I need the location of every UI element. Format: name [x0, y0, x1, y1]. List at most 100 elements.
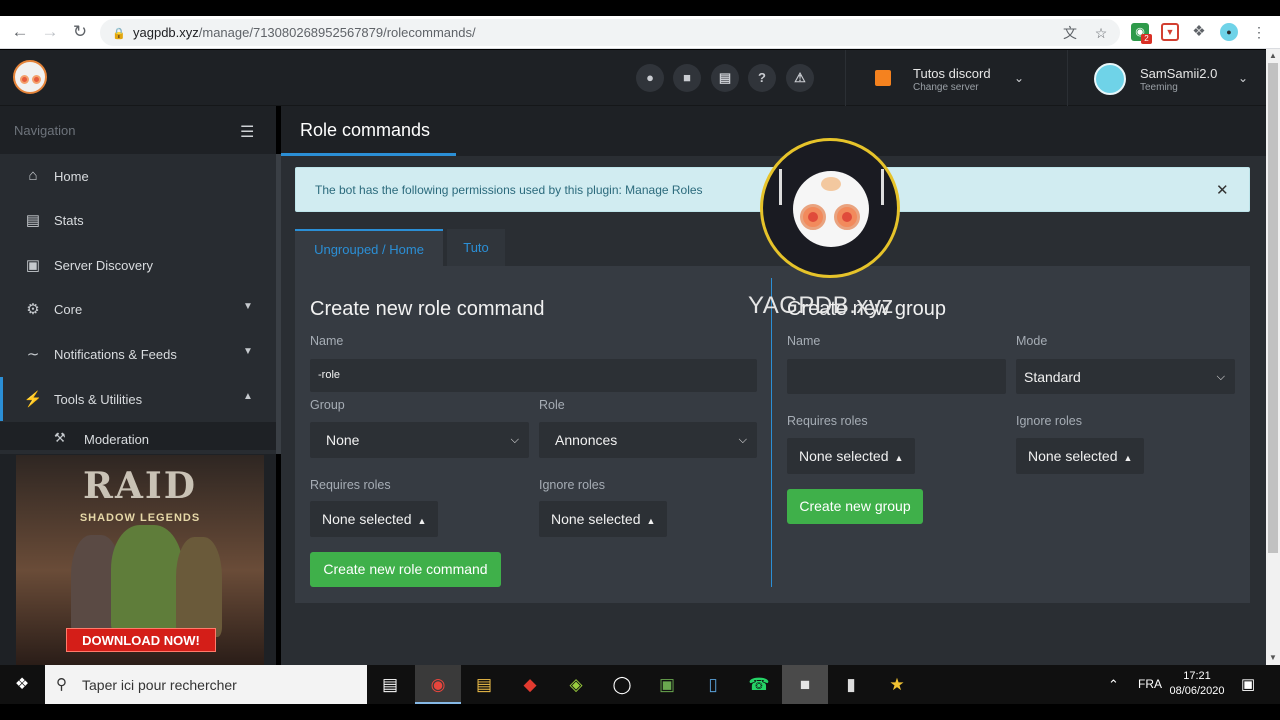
chevron-down-icon: ⌵ [738, 434, 747, 446]
group-requires-roles-dropdown[interactable]: None selected ▲ [787, 438, 915, 474]
tab-tuto[interactable]: Tuto [447, 229, 505, 266]
create-role-command-button[interactable]: Create new role command [310, 552, 501, 587]
warning-icon[interactable]: ⚠ [786, 64, 814, 92]
back-arrow-icon[interactable]: ← [7, 19, 33, 45]
ignore-roles-dropdown[interactable]: None selected ▲ [539, 501, 667, 537]
chrome-app-icon[interactable]: ◉ [415, 665, 461, 704]
extension-pocket-icon[interactable]: ▼ [1161, 23, 1179, 41]
group-name-input[interactable] [787, 359, 1006, 394]
scroll-down-icon[interactable]: ▼ [1266, 651, 1280, 665]
extensions-puzzle-icon[interactable]: ❖ [1190, 23, 1208, 41]
address-bar[interactable]: 🔒 yagpdb.xyz/manage/713080268952567879/r… [100, 19, 1120, 46]
ad-hero-right [176, 537, 222, 637]
language-indicator[interactable]: FRA [1138, 665, 1162, 704]
sidebar-item-label: Server Discovery [54, 258, 153, 273]
yagpdb-logo[interactable] [13, 60, 47, 94]
file-explorer-icon[interactable]: ▤ [461, 665, 507, 704]
hamburger-icon[interactable]: ☰ [240, 122, 254, 142]
reload-icon[interactable]: ↻ [67, 19, 93, 45]
discord-icon[interactable]: ■ [673, 64, 701, 92]
mascot-antenna-right [881, 169, 884, 205]
server-switcher[interactable]: Tutos discord Change server ⌄ [870, 50, 1050, 106]
sidebar-title: Navigation [14, 123, 76, 138]
discord-app-icon[interactable]: ■ [782, 665, 828, 704]
sidebar-menu: ⌂ Home ▤ Stats ▣ Server Discovery ⚙ Core… [0, 154, 276, 454]
close-icon[interactable]: ✕ [1216, 181, 1229, 199]
group-ignore-roles-label: Ignore roles [1016, 414, 1083, 428]
group-requires-roles-label: Requires roles [787, 414, 868, 428]
letterbox-bottom [0, 704, 1280, 720]
group-select-value: None [326, 432, 360, 448]
requires-roles-label: Requires roles [310, 478, 391, 492]
requires-roles-value: None selected [322, 511, 412, 527]
header-divider [845, 50, 846, 106]
xbox-icon[interactable]: ◯ [599, 665, 645, 704]
translate-icon[interactable]: 文 [1062, 25, 1078, 41]
mascot-eye-right [834, 204, 860, 230]
search-placeholder: Taper ici pour rechercher [82, 677, 237, 693]
chrome-menu-icon[interactable]: ⋮ [1250, 23, 1268, 41]
editor-app-icon[interactable]: ▯ [690, 665, 736, 704]
create-group-button[interactable]: Create new group [787, 489, 923, 524]
forward-arrow-icon[interactable]: → [37, 19, 63, 45]
home-icon: ⌂ [28, 167, 38, 184]
advertisement[interactable]: RAID SHADOW LEGENDS DOWNLOAD NOW! [16, 455, 264, 665]
roblox-icon[interactable]: ◆ [507, 665, 553, 704]
bookmark-star-icon[interactable]: ☆ [1093, 25, 1109, 41]
sidebar-item-notifications[interactable]: ∼ Notifications & Feeds ▼ [0, 332, 276, 376]
notifications-icon[interactable]: ▣ [1241, 665, 1255, 704]
keyboard-icon[interactable]: ▤ [711, 64, 739, 92]
user-name: SamSamii2.0 [1140, 66, 1218, 81]
sidebar-subitem-moderation[interactable]: ⚒ Moderation [0, 422, 276, 450]
help-icon[interactable]: ? [748, 64, 776, 92]
ad-download-button[interactable]: DOWNLOAD NOW! [66, 628, 216, 652]
chevron-down-icon: ⌵ [1216, 371, 1225, 383]
sidebar-item-home[interactable]: ⌂ Home [0, 154, 276, 198]
sidebar-header: Navigation ☰ [0, 106, 276, 154]
user-status: Teeming [1140, 82, 1178, 93]
role-select-value: Annonces [555, 432, 618, 448]
star-app-icon[interactable]: ★ [874, 665, 920, 704]
sidebar-item-label: Stats [54, 213, 84, 228]
page-title-underline [281, 153, 456, 156]
mode-label: Mode [1016, 334, 1048, 348]
sidebar-item-label: Notifications & Feeds [54, 347, 177, 362]
group-ignore-roles-value: None selected [1028, 448, 1118, 464]
taskbar-search[interactable]: ⚲ Taper ici pour rechercher [45, 665, 367, 704]
role-select[interactable]: Annonces ⌵ [539, 422, 757, 458]
sidebar-item-core[interactable]: ⚙ Core ▼ [0, 287, 276, 331]
watermark-text: YAGPDB.xyz [748, 292, 894, 319]
letterbox-top [0, 0, 1280, 16]
profile-avatar-icon[interactable]: ● [1220, 23, 1238, 41]
taskbar-clock[interactable]: 17:21 08/06/2020 [1165, 669, 1229, 699]
role-label: Role [539, 398, 565, 412]
sidebar-item-label: Home [54, 169, 89, 184]
tab-ungrouped-home[interactable]: Ungrouped / Home [295, 229, 443, 266]
server-fox-icon [875, 70, 891, 86]
windows-start-icon[interactable]: ❖ [0, 665, 44, 704]
tray-expand-icon[interactable]: ⌃ [1108, 665, 1119, 704]
bluestacks-icon[interactable]: ◈ [553, 665, 599, 704]
whatsapp-icon[interactable]: ☎ [736, 665, 782, 704]
group-select[interactable]: None ⌵ [310, 422, 529, 458]
task-view-icon[interactable]: ▤ [367, 665, 413, 704]
sidebar-item-stats[interactable]: ▤ Stats [0, 198, 276, 242]
gavel-icon: ⚒ [54, 430, 66, 445]
mode-select[interactable]: Standard ⌵ [1016, 359, 1235, 394]
caret-up-icon: ▲ [646, 516, 656, 526]
minecraft-icon[interactable]: ▣ [644, 665, 690, 704]
requires-roles-dropdown[interactable]: None selected ▲ [310, 501, 438, 537]
scroll-thumb[interactable] [1268, 63, 1278, 553]
group-label: Group [310, 398, 345, 412]
page-scrollbar[interactable]: ▲ ▼ [1266, 49, 1280, 665]
lightbulb-icon[interactable]: ● [636, 64, 664, 92]
user-menu[interactable]: SamSamii2.0 Teeming ⌄ [1080, 50, 1260, 106]
group-ignore-roles-dropdown[interactable]: None selected ▲ [1016, 438, 1144, 474]
game-app-icon[interactable]: ▮ [828, 665, 874, 704]
scroll-up-icon[interactable]: ▲ [1266, 49, 1280, 63]
gears-icon: ⚙ [26, 301, 40, 318]
sidebar-item-server-discovery[interactable]: ▣ Server Discovery [0, 243, 276, 287]
extension-badge: 2 [1141, 34, 1152, 44]
command-name-input[interactable]: -role [310, 359, 757, 392]
sidebar-item-tools[interactable]: ⚡ Tools & Utilities ▲ [0, 377, 276, 421]
